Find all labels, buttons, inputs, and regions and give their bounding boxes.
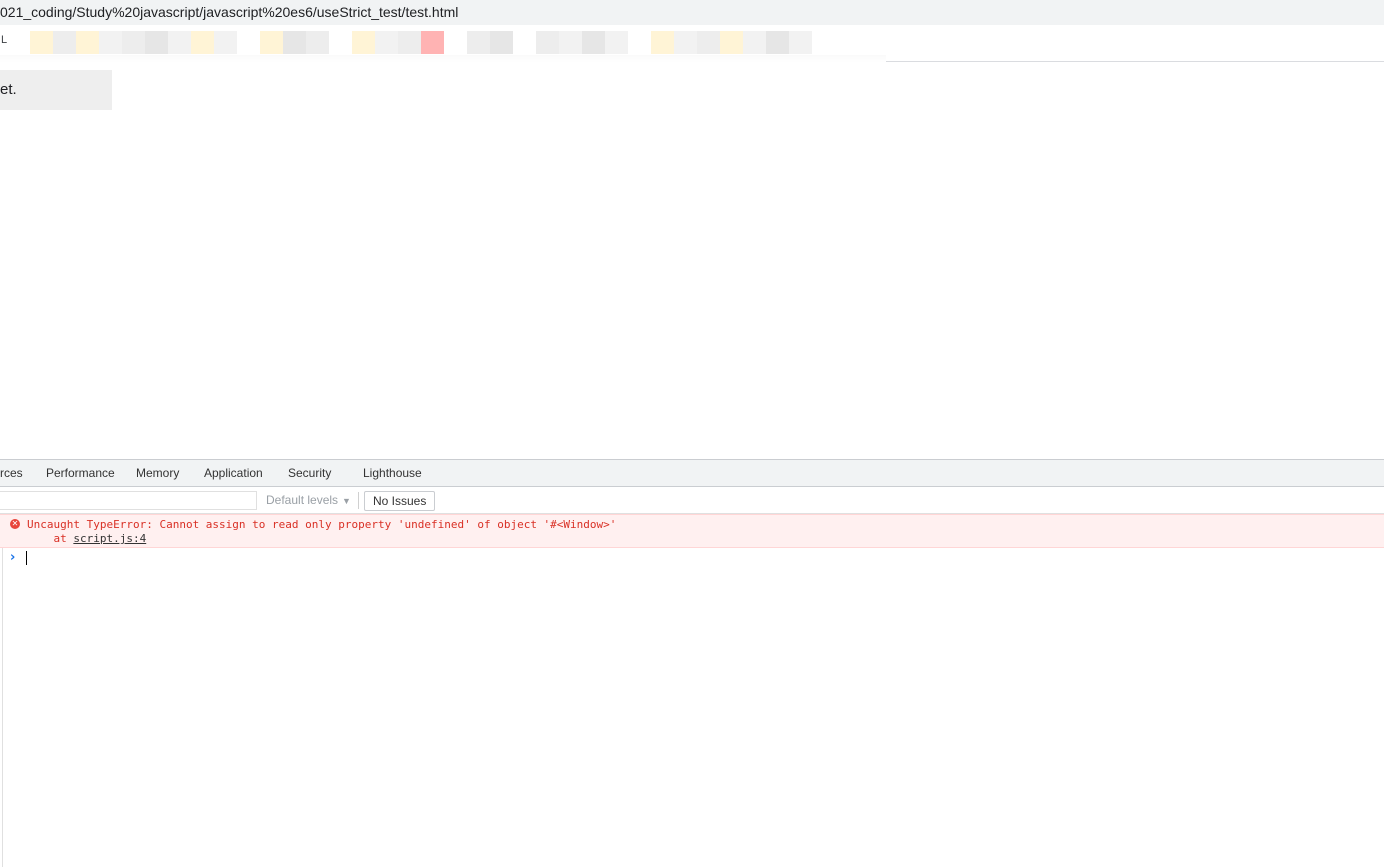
console-prompt[interactable]: › (0, 549, 1384, 567)
redacted-block (720, 31, 743, 54)
redacted-block (53, 31, 76, 54)
bookmarks-bar: L (0, 25, 1384, 63)
redacted-block (76, 31, 99, 54)
redacted-block (398, 31, 421, 54)
console-toolbar: Default levels ▼ No Issues (0, 487, 1384, 514)
console-input[interactable] (26, 551, 1376, 565)
redacted-block (145, 31, 168, 54)
redacted-block (490, 31, 513, 54)
tab-security[interactable]: Security (288, 460, 331, 487)
tab-lighthouse[interactable]: Lighthouse (363, 460, 422, 487)
devtools-panel: rces Performance Memory Application Secu… (0, 459, 1384, 867)
tab-sources[interactable]: rces (0, 460, 23, 487)
redacted-block (628, 31, 651, 54)
redacted-block (766, 31, 789, 54)
console-filter-input[interactable] (0, 491, 257, 510)
redacted-block (743, 31, 766, 54)
error-icon: ✕ (10, 519, 20, 529)
redacted-block (306, 31, 329, 54)
redacted-block (674, 31, 697, 54)
bookmarks-leading-text: L (1, 34, 8, 46)
redacted-block (352, 31, 375, 54)
redacted-block (651, 31, 674, 54)
page-output-text: et. (0, 70, 112, 110)
tab-memory[interactable]: Memory (136, 460, 179, 487)
error-source-link[interactable]: script.js:4 (73, 532, 146, 545)
page-output-label: et. (0, 81, 17, 98)
tab-performance[interactable]: Performance (46, 460, 115, 487)
redacted-block (536, 31, 559, 54)
redacted-block (789, 31, 812, 54)
devtools-tab-bar: rces Performance Memory Application Secu… (0, 460, 1384, 487)
redacted-block (513, 31, 536, 54)
redacted-block (191, 31, 214, 54)
toolbar-divider (358, 492, 359, 509)
console-messages: ✕ Uncaught TypeError: Cannot assign to r… (0, 514, 1384, 867)
error-stack-line: at script.js:4 (27, 532, 146, 545)
redacted-bookmarks (30, 31, 812, 54)
text-caret (26, 551, 27, 565)
address-bar[interactable]: 021_coding/Study%20javascript/javascript… (0, 0, 1384, 25)
redacted-block (329, 31, 352, 54)
prompt-chevron-icon: › (10, 550, 16, 565)
redacted-block (237, 31, 260, 54)
redacted-block (122, 31, 145, 54)
console-error-message: ✕ Uncaught TypeError: Cannot assign to r… (0, 514, 1384, 548)
redacted-block (168, 31, 191, 54)
redacted-block (214, 31, 237, 54)
redacted-block (99, 31, 122, 54)
log-levels-label: Default levels (266, 493, 339, 507)
redacted-block (582, 31, 605, 54)
redacted-block (283, 31, 306, 54)
redacted-block (421, 31, 444, 54)
error-at-text: at (27, 532, 74, 545)
issues-button[interactable]: No Issues (364, 491, 436, 511)
error-text: Uncaught TypeError: Cannot assign to rea… (27, 518, 617, 531)
tab-application[interactable]: Application (204, 460, 263, 487)
redacted-block (375, 31, 398, 54)
redacted-block (559, 31, 582, 54)
redacted-block (697, 31, 720, 54)
redacted-block (605, 31, 628, 54)
redacted-block (444, 31, 467, 54)
bookmarks-shadow (0, 55, 886, 63)
redacted-block (30, 31, 53, 54)
redacted-block (260, 31, 283, 54)
chevron-down-icon: ▼ (342, 496, 351, 506)
url-text[interactable]: 021_coding/Study%20javascript/javascript… (0, 4, 458, 20)
log-levels-dropdown[interactable]: Default levels ▼ (266, 491, 351, 510)
redacted-block (467, 31, 490, 54)
